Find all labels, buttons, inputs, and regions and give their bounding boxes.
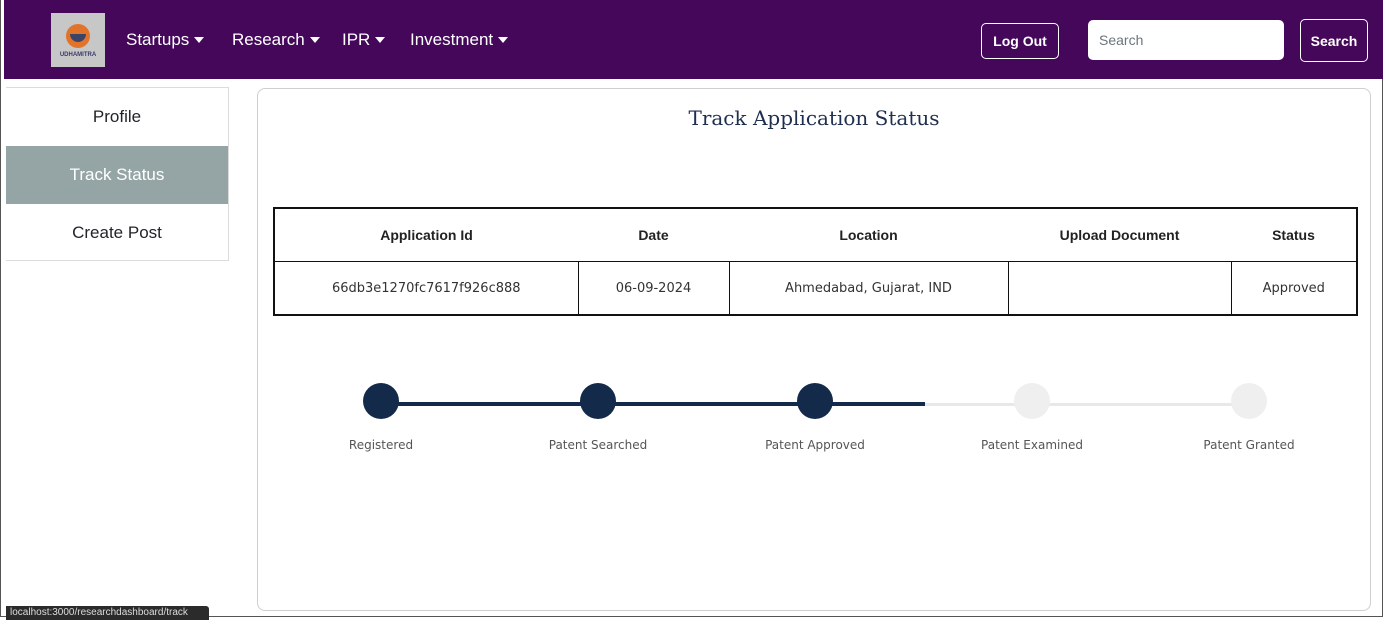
- caret-down-icon: [375, 37, 386, 43]
- caret-down-icon: [309, 37, 320, 43]
- step-patent-searched: Patent Searched: [538, 383, 658, 452]
- nav-research-label: Research: [232, 30, 305, 49]
- step-dot-completed: [580, 383, 616, 419]
- page-title: Track Application Status: [688, 106, 940, 130]
- cell-status: Approved: [1262, 280, 1325, 296]
- step-dot-completed: [797, 383, 833, 419]
- sidebar-item-profile[interactable]: Profile: [6, 88, 228, 146]
- sidebar: Profile Track Status Create Post: [6, 87, 229, 261]
- step-label: Patent Examined: [981, 438, 1083, 452]
- step-patent-approved: Patent Approved: [755, 383, 875, 452]
- step-label: Patent Searched: [548, 438, 648, 452]
- column-header-application-id: Application Id: [274, 208, 578, 262]
- caret-down-icon: [498, 37, 509, 43]
- nav-research-dropdown[interactable]: Research: [232, 30, 320, 50]
- step-dot-pending: [1231, 383, 1267, 419]
- column-header-status: Status: [1231, 208, 1357, 262]
- step-label: Patent Granted: [1203, 438, 1295, 452]
- column-header-date: Date: [578, 208, 729, 262]
- table-row: 66db3e1270fc7617f926c888 06-09-2024 Ahme…: [274, 261, 1357, 315]
- step-label: Patent Approved: [765, 438, 865, 452]
- nav-startups-label: Startups: [126, 30, 190, 49]
- step-label: Registered: [348, 438, 414, 452]
- brand-logo[interactable]: UDHAMITRA: [51, 13, 105, 67]
- step-dot-completed: [363, 383, 399, 419]
- nav-startups-dropdown[interactable]: Startups: [126, 30, 205, 50]
- nav-ipr-label: IPR: [342, 30, 371, 49]
- search-button[interactable]: Search: [1300, 19, 1368, 62]
- logo-text: UDHAMITRA: [59, 52, 97, 58]
- logout-button[interactable]: Log Out: [981, 23, 1059, 59]
- caret-down-icon: [194, 37, 205, 43]
- logo-icon: [66, 24, 90, 48]
- sidebar-item-create-post[interactable]: Create Post: [6, 204, 228, 262]
- table-header-row: Application Id Date Location Upload Docu…: [274, 208, 1357, 262]
- step-dot-pending: [1014, 383, 1050, 419]
- nav-investment-label: Investment: [410, 30, 494, 49]
- progress-stepper: Registered Patent Searched Patent Approv…: [258, 379, 1372, 459]
- track-status-card: Track Application Status Application Id …: [257, 88, 1371, 611]
- top-navbar: UDHAMITRA Startups Research IPR Investme…: [4, 0, 1383, 79]
- nav-ipr-dropdown[interactable]: IPR: [342, 30, 386, 50]
- column-header-upload-document: Upload Document: [1008, 208, 1231, 262]
- step-patent-granted: Patent Granted: [1189, 383, 1309, 452]
- cell-location: Ahmedabad, Gujarat, IND: [729, 261, 1009, 315]
- step-registered: Registered: [321, 383, 441, 452]
- applications-table: Application Id Date Location Upload Docu…: [273, 207, 1358, 316]
- cell-application-id: 66db3e1270fc7617f926c888: [274, 261, 579, 315]
- cell-upload-document[interactable]: [1008, 261, 1232, 315]
- nav-investment-dropdown[interactable]: Investment: [410, 30, 509, 50]
- step-patent-examined: Patent Examined: [972, 383, 1092, 452]
- search-input[interactable]: Search: [1088, 20, 1284, 60]
- column-header-location: Location: [729, 208, 1008, 262]
- cell-date: 06-09-2024: [578, 261, 730, 315]
- sidebar-item-track-status[interactable]: Track Status: [6, 146, 228, 204]
